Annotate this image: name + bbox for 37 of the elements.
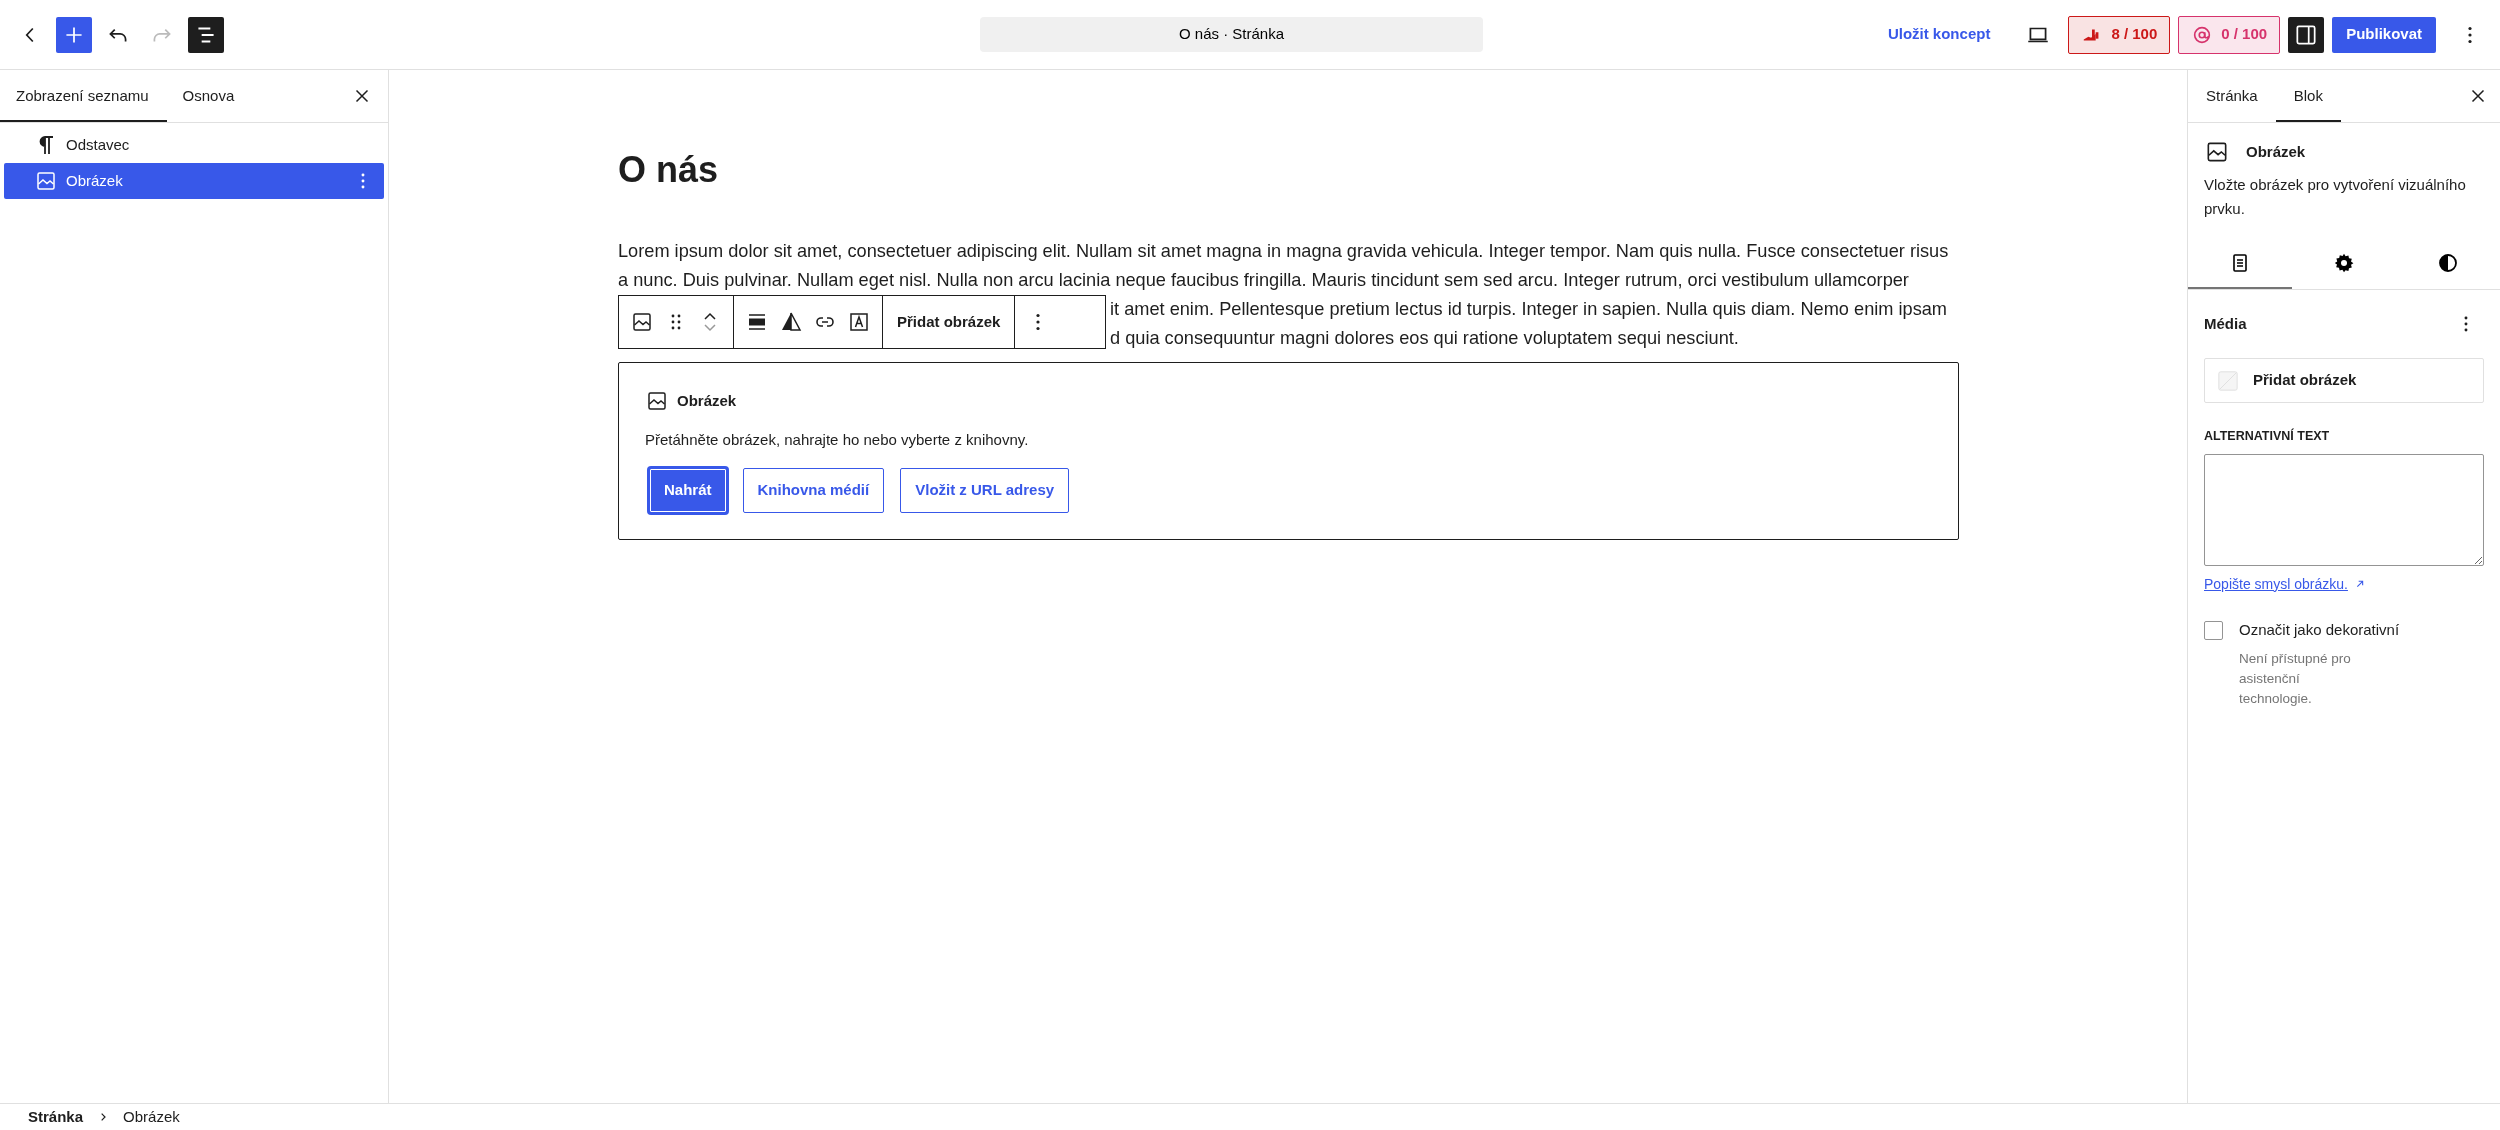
- panel-tab[interactable]: Stránka: [2188, 70, 2276, 122]
- placeholder-button[interactable]: Nahrát: [649, 467, 727, 513]
- score-badge[interactable]: 0 / 100: [2178, 15, 2281, 54]
- block-title: Obrázek: [2246, 141, 2306, 162]
- alt-text-field[interactable]: [2204, 453, 2484, 566]
- help-link[interactable]: Popište smysl obrázku.: [2204, 573, 2348, 595]
- breadcrumb-link[interactable]: Obrázek: [123, 1105, 180, 1129]
- placeholder-button[interactable]: Vložit z URL adresy: [900, 467, 1070, 513]
- paragraph-line: it amet enim. Pellentesque pretium lectus id turpis. Integer in sapien. Nulla quis diam. Nemo enim ipsam: [1110, 298, 1948, 322]
- list-view-item[interactable]: Obrázek: [4, 163, 384, 199]
- section-heading: Média: [2204, 313, 2247, 334]
- publish-button[interactable]: Publikovat: [2332, 16, 2436, 53]
- image-icon: [34, 169, 58, 193]
- document-title[interactable]: O nás · Stránka: [980, 17, 1483, 52]
- panel-tab[interactable]: Osnova: [166, 70, 251, 122]
- checkbox[interactable]: [2204, 620, 2223, 640]
- page-heading: O nás: [618, 148, 720, 192]
- checkbox-label: Označit jako dekorativní: [2239, 619, 2400, 640]
- add-image-button[interactable]: Přidat obrázek: [889, 296, 1009, 349]
- image-placeholder-icon: [2217, 369, 2239, 392]
- placeholder-instructions: Přetáhněte obrázek, nahrajte ho nebo vyberte z knihovny.: [645, 430, 1030, 451]
- placeholder-button[interactable]: Knihovna médií: [742, 467, 885, 513]
- panel-tab[interactable]: Zobrazení seznamu: [0, 70, 167, 122]
- help-text: Není přístupné pro asistenční technologie.: [2238, 650, 2352, 709]
- panel-tab[interactable]: Blok: [2275, 70, 2341, 122]
- placeholder-title: Obrázek: [677, 390, 737, 411]
- paragraph-line: Lorem ipsum dolor sit amet, consectetuer adipiscing elit. Nullam sit amet magna in magna gravida vehicula. Integer tempor. Nam quis nulla. Fusce consectetuer risus: [618, 240, 1949, 264]
- list-view-item[interactable]: Odstavec: [4, 127, 384, 163]
- score-badge[interactable]: 8 / 100: [2068, 15, 2171, 54]
- field-label: ALTERNATIVNÍ TEXT: [2204, 427, 2331, 445]
- paragraph-line: a nunc. Duis pulvinar. Nullam eget nisl. Nulla non arcu lacinia neque faucibus fringilla. Mauris tincidunt sem sed arcu. Integer rutrum, orci vestibulum ullamcorper: [618, 269, 1909, 293]
- contrast-icon[interactable]: [2436, 251, 2460, 275]
- breadcrumb-link[interactable]: Stránka: [28, 1105, 84, 1129]
- block-description: Vložte obrázek pro vytvoření vizuálního prvku.: [2204, 175, 2467, 219]
- add-image-button[interactable]: Přidat obrázek: [2204, 358, 2484, 403]
- paragraph-line: d quia consequuntur magni dolores eos qui ratione voluptatem sequi nesciunt.: [1110, 327, 1739, 351]
- save-draft-link[interactable]: Uložit koncept: [1881, 22, 1997, 47]
